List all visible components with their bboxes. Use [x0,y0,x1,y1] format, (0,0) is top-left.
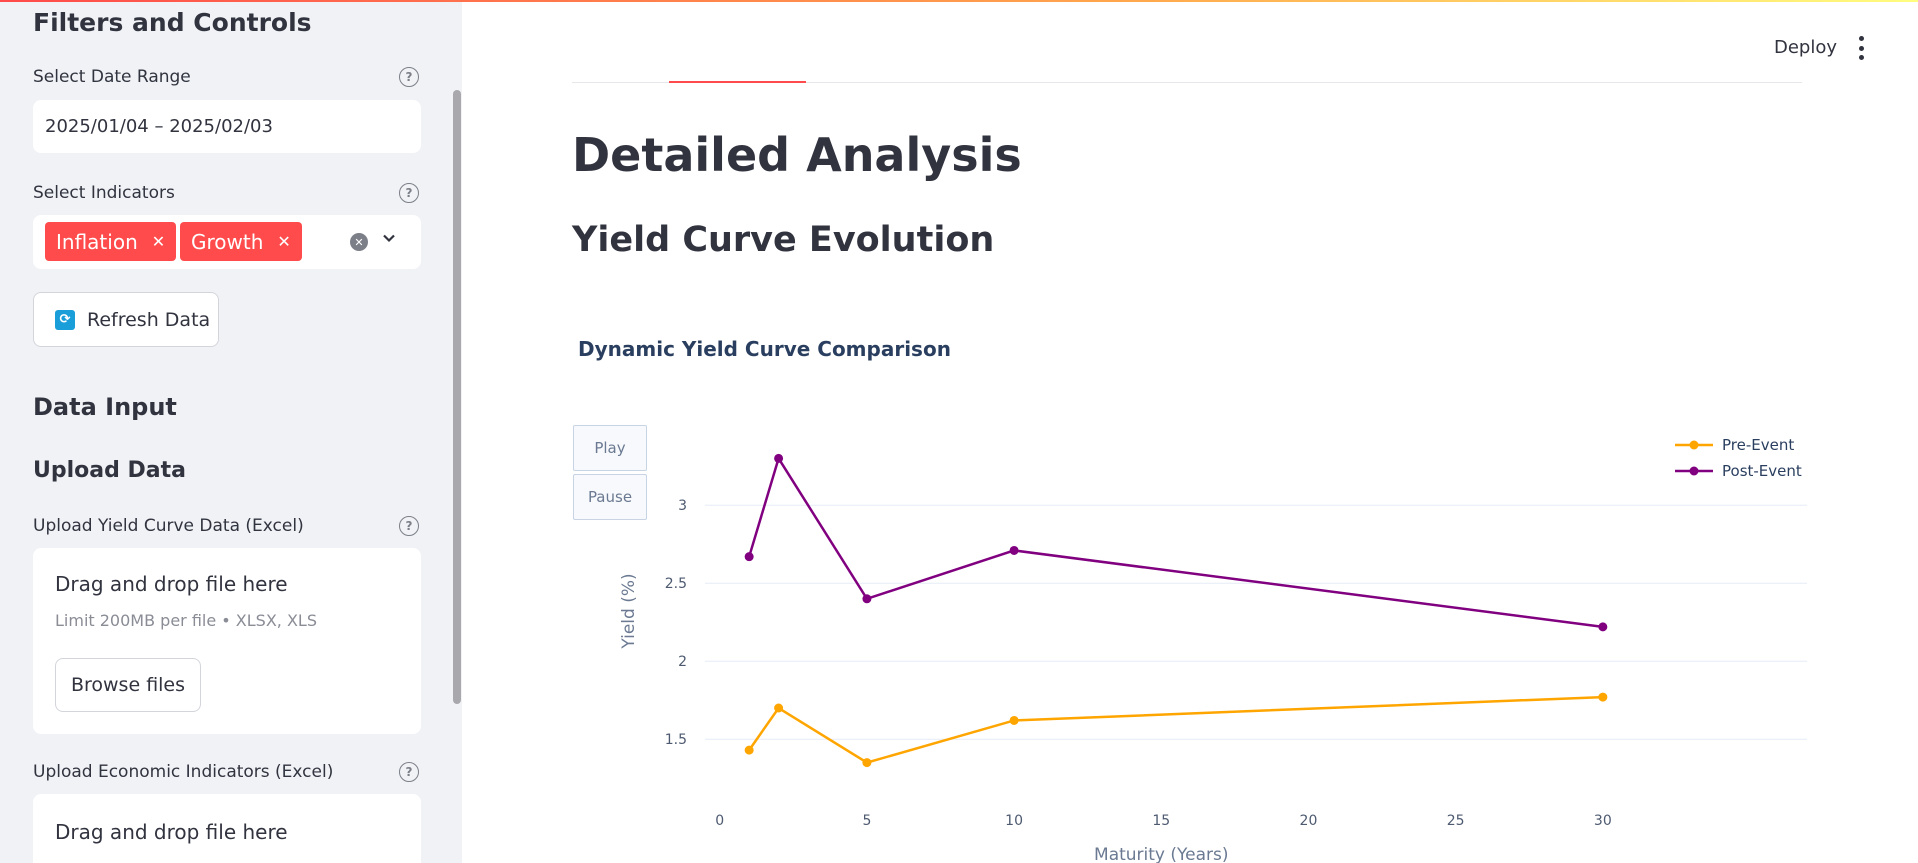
data-point [774,453,784,463]
y-axis-title: Yield (%) [619,573,639,649]
data-input-title: Data Input [33,393,177,421]
dropzone-title: Drag and drop file here [55,572,288,596]
x-tick-label: 30 [1594,813,1612,829]
clear-all-icon[interactable]: ✕ [350,233,368,251]
x-tick-label: 0 [715,813,724,829]
data-point [1009,715,1019,725]
y-tick-label: 1.5 [665,732,687,748]
legend-label: Post-Event [1722,462,1802,480]
x-tick-label: 5 [862,813,871,829]
y-tick-label: 3 [678,498,687,514]
data-point [1009,545,1019,555]
date-range-value: 2025/01/04 – 2025/02/03 [45,116,273,137]
legend-marker [1689,440,1699,450]
series-line-pre-event [748,695,1603,764]
data-point [744,552,754,562]
date-range-label: Select Date Range [33,67,191,87]
x-tick-label: 20 [1300,813,1318,829]
chip-label: Growth [191,229,264,254]
x-tick-label: 10 [1005,813,1023,829]
indicators-label: Select Indicators [33,183,175,203]
dropzone-title: Drag and drop file here [55,820,288,844]
data-point [862,594,872,604]
chip-remove-icon[interactable]: ✕ [277,232,290,251]
browse-files-button[interactable]: Browse files [55,658,201,712]
upload-yield-help-icon[interactable]: ? [399,516,419,536]
x-tick-label: 25 [1447,813,1465,829]
upload-data-title: Upload Data [33,458,186,483]
indicators-multiselect[interactable]: Inflation ✕ Growth ✕ ✕ [33,215,421,269]
x-axis-title: Maturity (Years) [1094,845,1228,863]
data-point [1598,622,1608,632]
refresh-data-label: Refresh Data [87,308,211,331]
main-content: Deploy Detailed Analysis Yield Curve Evo… [462,0,1918,863]
upload-econ-label: Upload Economic Indicators (Excel) [33,762,334,782]
yield-curve-chart: 1.522.530 5 10 15 20 25 30Maturity (Years)Yiel… [619,436,1807,863]
indicators-help-icon[interactable]: ? [399,183,419,203]
legend-marker [1689,466,1699,476]
sidebar: Filters and Controls Select Date Range ?… [0,0,462,863]
upload-econ-help-icon[interactable]: ? [399,762,419,782]
y-tick-label: 2.5 [665,576,687,592]
x-tick-label: 15 [1152,813,1170,829]
y-tick-label: 2 [678,654,687,670]
econ-dropzone[interactable]: Drag and drop file here [33,794,421,863]
yield-dropzone[interactable]: Drag and drop file here Limit 200MB per … [33,548,421,734]
sidebar-scrollbar[interactable] [453,90,461,704]
data-point [1598,692,1608,702]
date-range-input[interactable]: 2025/01/04 – 2025/02/03 [33,100,421,153]
refresh-icon: ⟳ [55,309,75,330]
date-range-help-icon[interactable]: ? [399,67,419,87]
dropzone-limits: Limit 200MB per file • XLSX, XLS [55,611,317,630]
data-point [774,703,784,713]
data-point [862,758,872,768]
chip-label: Inflation [56,229,138,254]
series-line-post-event [747,455,1604,629]
chevron-down-icon[interactable] [381,230,397,251]
chip-inflation[interactable]: Inflation ✕ [45,222,177,261]
chip-growth[interactable]: Growth ✕ [180,222,302,261]
chip-remove-icon[interactable]: ✕ [152,232,165,251]
refresh-data-button[interactable]: ⟳ Refresh Data [33,292,219,347]
data-point [744,745,754,755]
sidebar-title: Filters and Controls [33,8,312,37]
upload-yield-label: Upload Yield Curve Data (Excel) [33,516,304,536]
top-decoration-bar [0,0,1918,2]
legend-label: Pre-Event [1722,436,1794,454]
